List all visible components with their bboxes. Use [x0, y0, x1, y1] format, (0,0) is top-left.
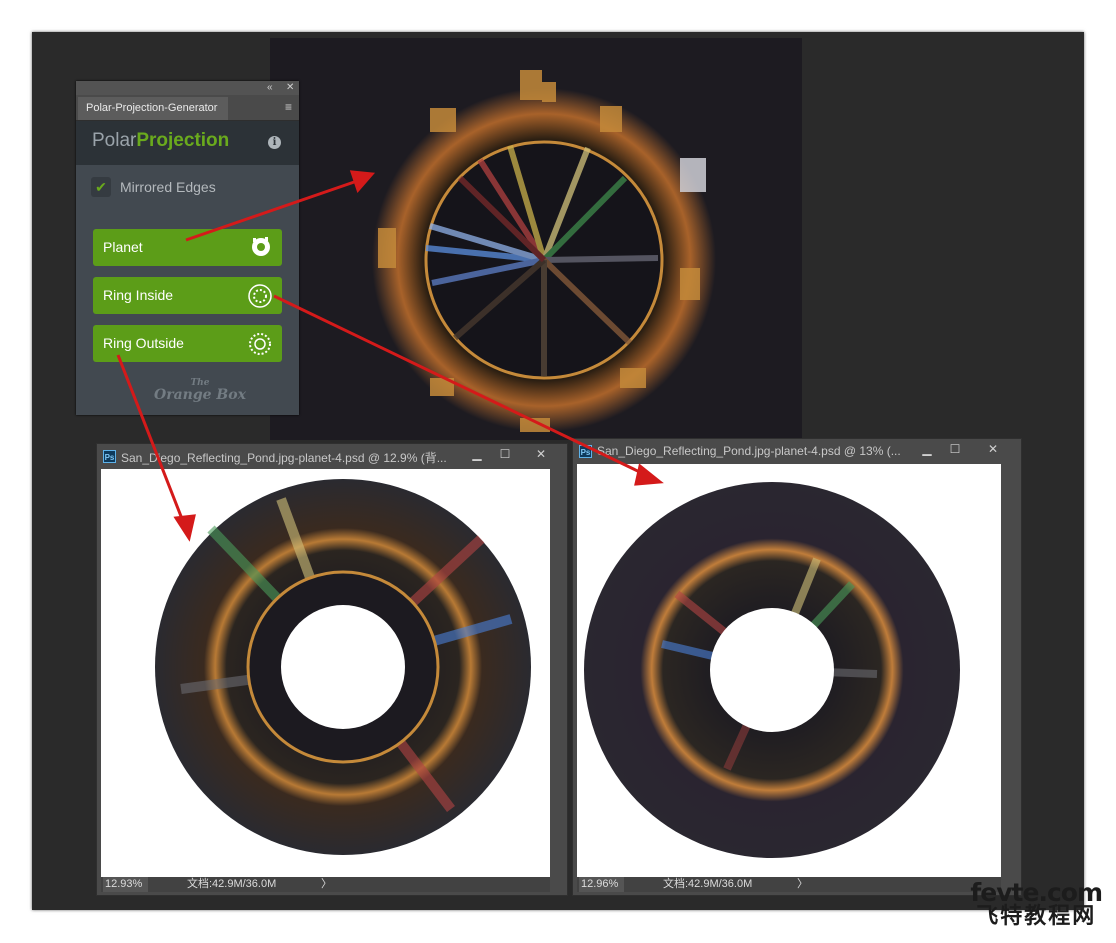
watermark-chinese: 飞特教程网	[976, 903, 1097, 928]
arrow-head	[349, 170, 376, 193]
watermark: fevte.com 飞特教程网	[970, 878, 1103, 928]
arrow-head	[634, 463, 664, 486]
arrow-ring-outside	[116, 354, 186, 525]
annotation-arrows	[116, 170, 664, 542]
arrow-ring-inside	[273, 294, 649, 478]
arrow-planet	[185, 178, 361, 242]
watermark-site: fevte.com	[970, 878, 1103, 907]
arrow-head	[173, 514, 196, 542]
